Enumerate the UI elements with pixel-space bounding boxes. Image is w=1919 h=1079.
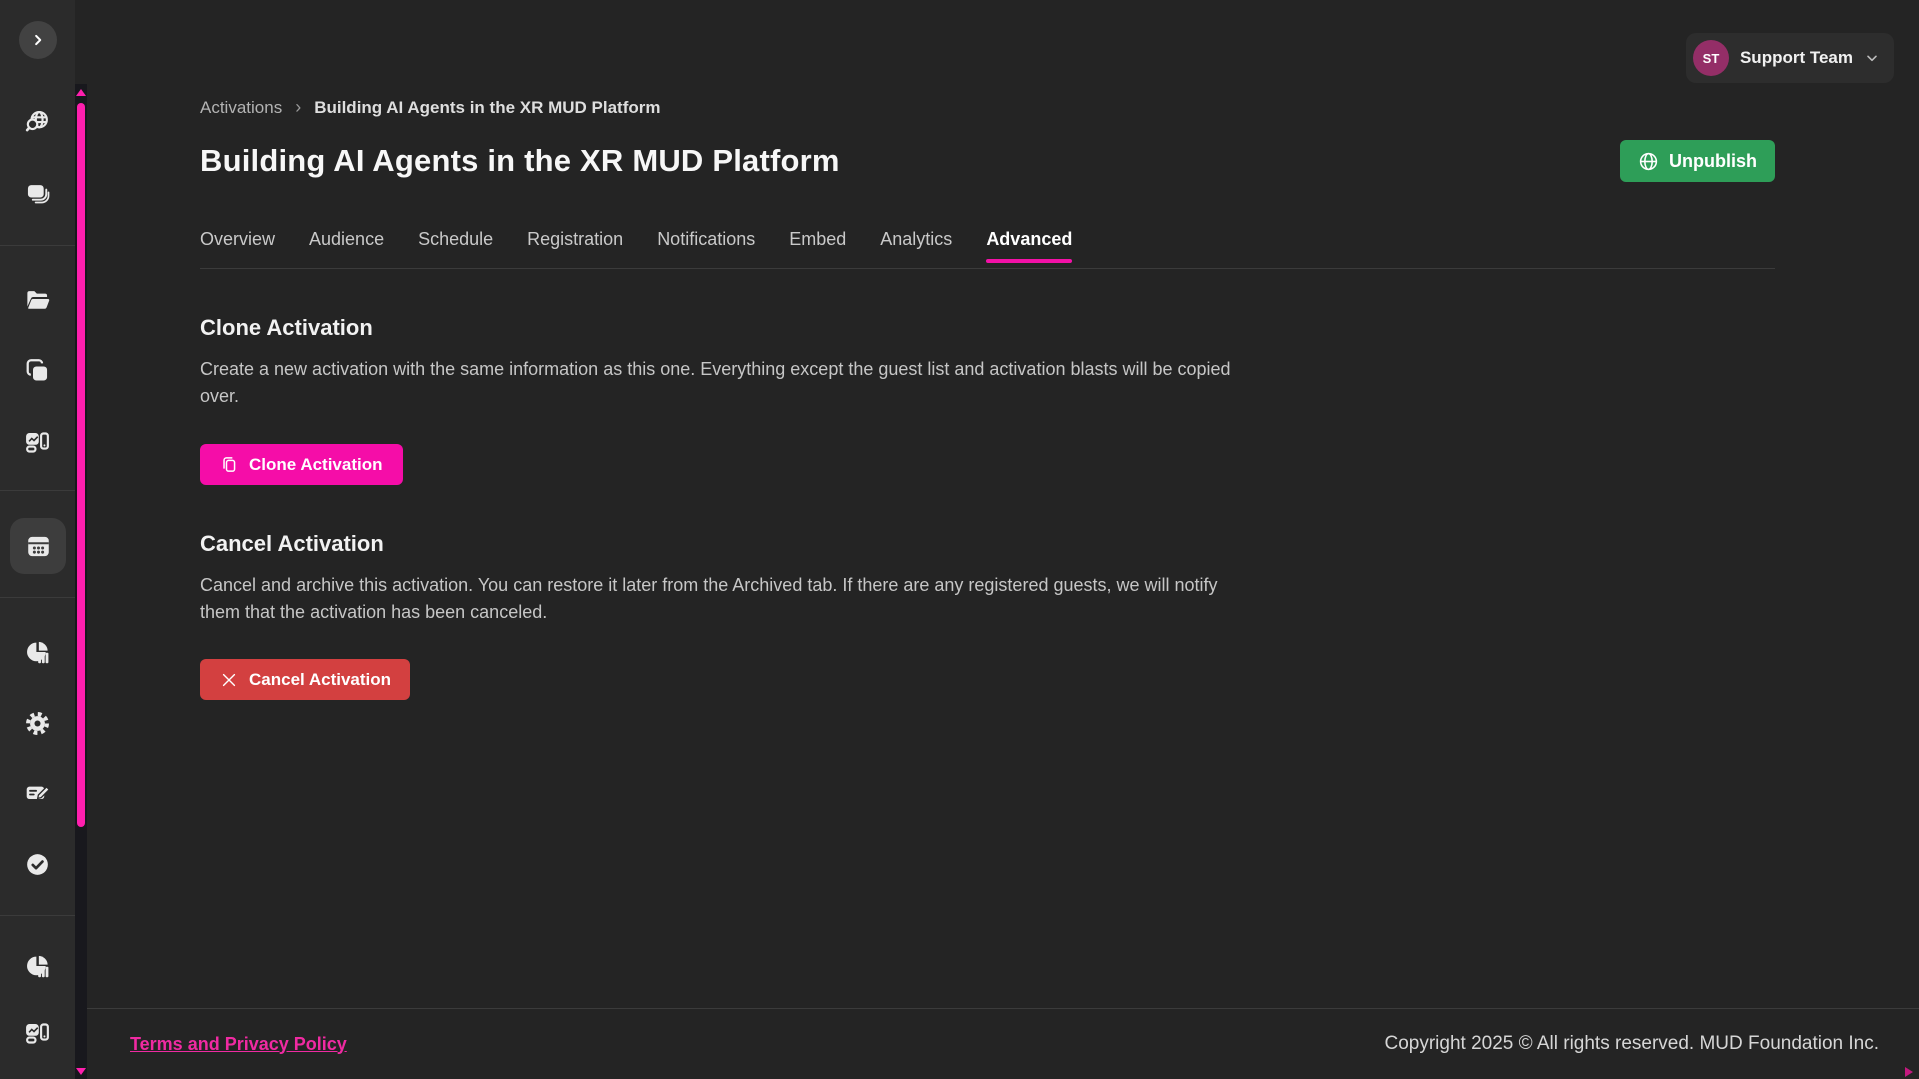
breadcrumb-activations-link[interactable]: Activations [200,98,282,118]
tab-schedule[interactable]: Schedule [418,229,493,268]
avatar: ST [1693,40,1729,76]
card-edit-icon [24,779,51,806]
clone-activation-button[interactable]: Clone Activation [200,444,403,485]
sidebar [0,0,75,1079]
chevron-down-icon [1864,50,1880,66]
sidebar-item-analytics[interactable] [0,632,75,672]
tab-label: Embed [789,229,846,249]
breadcrumb-current: Building AI Agents in the XR MUD Platfor… [314,98,660,118]
copy-icon [24,358,51,385]
page-footer: Terms and Privacy Policy Copyright 2025 … [87,1008,1919,1079]
globe-icon [1638,151,1659,172]
sidebar-expand-button[interactable] [19,21,57,59]
sidebar-item-folders[interactable] [0,280,75,320]
user-menu[interactable]: ST Support Team [1686,33,1894,83]
clone-activation-section: Clone Activation Create a new activation… [200,315,1775,485]
chevron-right-icon [29,31,47,49]
sidebar-item-explore[interactable] [0,102,75,142]
sidebar-divider [0,597,75,598]
clone-section-heading: Clone Activation [200,315,1775,341]
copyright-text: Copyright 2025 © All rights reserved. MU… [1384,1033,1879,1055]
clone-button-label: Clone Activation [249,455,383,475]
scroll-corner-arrow [1905,1067,1913,1077]
tab-label: Schedule [418,229,493,249]
sidebar-item-approvals[interactable] [0,844,75,884]
media-devices-icon [24,429,51,456]
sidebar-item-reports[interactable] [0,946,75,986]
scrollbar-down-arrow[interactable] [76,1068,86,1075]
breadcrumb-separator-icon: › [295,97,301,118]
cancel-activation-section: Cancel Activation Cancel and archive thi… [200,531,1775,700]
unpublish-button[interactable]: Unpublish [1620,140,1775,182]
page-title: Building AI Agents in the XR MUD Platfor… [200,143,840,179]
cancel-button-label: Cancel Activation [249,670,391,690]
cancel-section-heading: Cancel Activation [200,531,1775,557]
sidebar-divider [0,915,75,916]
app-root: { "sidebar": { "toggle_icon": "chevron-r… [0,0,1919,1079]
tab-audience[interactable]: Audience [309,229,384,268]
folder-open-icon [24,287,51,314]
check-circle-icon [24,851,51,878]
scrollbar-thumb[interactable] [77,103,85,827]
globe-search-icon [24,109,51,136]
breadcrumb: Activations › Building AI Agents in the … [200,97,1775,118]
media-devices-icon [24,1020,51,1047]
tab-label: Overview [200,229,275,249]
tab-advanced[interactable]: Advanced [986,229,1072,268]
sidebar-item-duplicates[interactable] [0,351,75,391]
tab-label: Notifications [657,229,755,249]
tab-notifications[interactable]: Notifications [657,229,755,268]
terms-privacy-link[interactable]: Terms and Privacy Policy [130,1034,347,1055]
sidebar-item-collections[interactable] [0,173,75,213]
gear-icon [24,710,51,737]
x-icon [219,670,239,690]
sidebar-divider [0,245,75,246]
scrollbar-up-arrow[interactable] [76,89,86,96]
unpublish-label: Unpublish [1669,151,1757,172]
tab-label: Analytics [880,229,952,249]
page-content: Activations › Building AI Agents in the … [87,0,1919,700]
sidebar-divider [0,490,75,491]
pie-chart-bars-icon [24,953,51,980]
tab-label: Advanced [986,229,1072,249]
tab-embed[interactable]: Embed [789,229,846,268]
tab-overview[interactable]: Overview [200,229,275,268]
tab-label: Registration [527,229,623,249]
vertical-scrollbar[interactable] [75,84,87,1079]
stacked-cards-icon [24,180,51,207]
copy-icon [220,455,239,474]
pie-chart-bars-icon [24,639,51,666]
cancel-activation-button[interactable]: Cancel Activation [200,659,410,700]
tab-registration[interactable]: Registration [527,229,623,268]
sidebar-item-media-layouts[interactable] [0,422,75,462]
tab-label: Audience [309,229,384,249]
sidebar-item-media-library[interactable] [0,1013,75,1053]
calendar-icon [24,532,53,561]
sidebar-item-settings[interactable] [0,703,75,743]
main-area: ST Support Team Activations › Building A… [87,0,1919,1079]
page-header-row: Building AI Agents in the XR MUD Platfor… [200,140,1775,182]
sidebar-item-notes[interactable] [0,772,75,812]
sidebar-item-activations-calendar[interactable] [10,518,66,574]
tab-analytics[interactable]: Analytics [880,229,952,268]
user-name: Support Team [1740,48,1853,68]
tab-bar: Overview Audience Schedule Registration … [200,229,1775,269]
cancel-section-description: Cancel and archive this activation. You … [200,572,1232,626]
clone-section-description: Create a new activation with the same in… [200,356,1232,410]
